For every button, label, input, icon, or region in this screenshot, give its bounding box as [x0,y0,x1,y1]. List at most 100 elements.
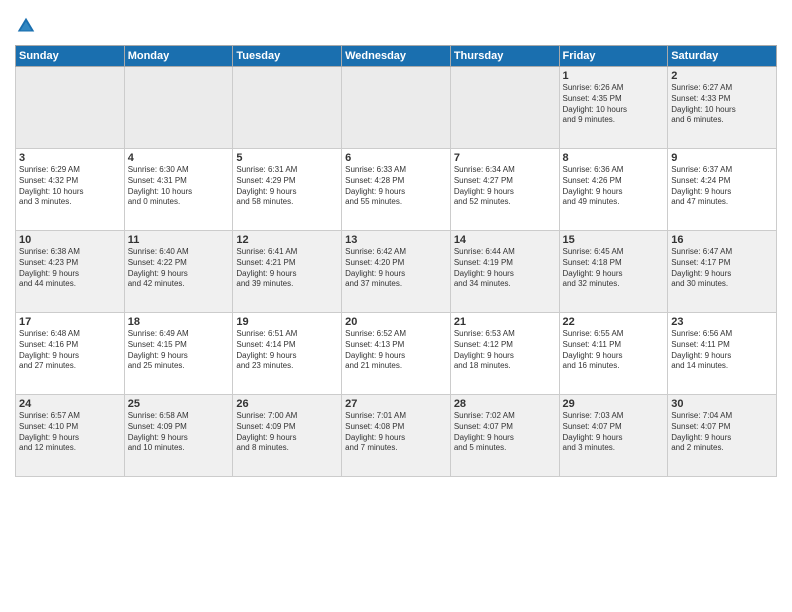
day-info: Sunrise: 6:51 AM Sunset: 4:14 PM Dayligh… [236,329,338,372]
calendar-cell: 15Sunrise: 6:45 AM Sunset: 4:18 PM Dayli… [559,231,668,313]
day-info: Sunrise: 6:45 AM Sunset: 4:18 PM Dayligh… [563,247,665,290]
day-number: 7 [454,152,556,164]
weekday-header-wednesday: Wednesday [342,46,451,67]
day-number: 5 [236,152,338,164]
day-number: 1 [563,70,665,82]
calendar-cell: 10Sunrise: 6:38 AM Sunset: 4:23 PM Dayli… [16,231,125,313]
day-number: 24 [19,398,121,410]
logo [15,15,40,37]
day-number: 10 [19,234,121,246]
header [15,10,777,37]
weekday-header-saturday: Saturday [668,46,777,67]
calendar-table: SundayMondayTuesdayWednesdayThursdayFrid… [15,45,777,477]
day-number: 17 [19,316,121,328]
calendar-week-row: 10Sunrise: 6:38 AM Sunset: 4:23 PM Dayli… [16,231,777,313]
day-number: 6 [345,152,447,164]
day-number: 22 [563,316,665,328]
calendar-cell: 30Sunrise: 7:04 AM Sunset: 4:07 PM Dayli… [668,395,777,477]
calendar-cell: 23Sunrise: 6:56 AM Sunset: 4:11 PM Dayli… [668,313,777,395]
day-info: Sunrise: 7:03 AM Sunset: 4:07 PM Dayligh… [563,411,665,454]
day-info: Sunrise: 6:52 AM Sunset: 4:13 PM Dayligh… [345,329,447,372]
day-info: Sunrise: 6:38 AM Sunset: 4:23 PM Dayligh… [19,247,121,290]
day-info: Sunrise: 6:34 AM Sunset: 4:27 PM Dayligh… [454,165,556,208]
day-info: Sunrise: 7:02 AM Sunset: 4:07 PM Dayligh… [454,411,556,454]
day-info: Sunrise: 6:29 AM Sunset: 4:32 PM Dayligh… [19,165,121,208]
calendar-cell: 28Sunrise: 7:02 AM Sunset: 4:07 PM Dayli… [450,395,559,477]
weekday-header-monday: Monday [124,46,233,67]
day-info: Sunrise: 6:42 AM Sunset: 4:20 PM Dayligh… [345,247,447,290]
calendar-cell: 17Sunrise: 6:48 AM Sunset: 4:16 PM Dayli… [16,313,125,395]
day-number: 18 [128,316,230,328]
day-number: 28 [454,398,556,410]
calendar-cell: 29Sunrise: 7:03 AM Sunset: 4:07 PM Dayli… [559,395,668,477]
day-number: 23 [671,316,773,328]
day-info: Sunrise: 7:01 AM Sunset: 4:08 PM Dayligh… [345,411,447,454]
day-info: Sunrise: 6:48 AM Sunset: 4:16 PM Dayligh… [19,329,121,372]
day-number: 16 [671,234,773,246]
calendar-cell: 1Sunrise: 6:26 AM Sunset: 4:35 PM Daylig… [559,67,668,149]
weekday-header-tuesday: Tuesday [233,46,342,67]
calendar-cell [16,67,125,149]
weekday-header-row: SundayMondayTuesdayWednesdayThursdayFrid… [16,46,777,67]
day-number: 21 [454,316,556,328]
day-info: Sunrise: 6:27 AM Sunset: 4:33 PM Dayligh… [671,83,773,126]
day-info: Sunrise: 7:04 AM Sunset: 4:07 PM Dayligh… [671,411,773,454]
calendar-cell: 14Sunrise: 6:44 AM Sunset: 4:19 PM Dayli… [450,231,559,313]
day-info: Sunrise: 6:57 AM Sunset: 4:10 PM Dayligh… [19,411,121,454]
day-info: Sunrise: 7:00 AM Sunset: 4:09 PM Dayligh… [236,411,338,454]
day-number: 26 [236,398,338,410]
day-number: 9 [671,152,773,164]
day-number: 11 [128,234,230,246]
day-info: Sunrise: 6:37 AM Sunset: 4:24 PM Dayligh… [671,165,773,208]
calendar-cell: 24Sunrise: 6:57 AM Sunset: 4:10 PM Dayli… [16,395,125,477]
day-number: 4 [128,152,230,164]
calendar-cell: 12Sunrise: 6:41 AM Sunset: 4:21 PM Dayli… [233,231,342,313]
logo-icon [15,15,37,37]
calendar-cell: 3Sunrise: 6:29 AM Sunset: 4:32 PM Daylig… [16,149,125,231]
calendar-cell: 16Sunrise: 6:47 AM Sunset: 4:17 PM Dayli… [668,231,777,313]
day-number: 27 [345,398,447,410]
calendar-cell [450,67,559,149]
calendar-cell: 27Sunrise: 7:01 AM Sunset: 4:08 PM Dayli… [342,395,451,477]
day-info: Sunrise: 6:30 AM Sunset: 4:31 PM Dayligh… [128,165,230,208]
day-number: 25 [128,398,230,410]
calendar-cell: 11Sunrise: 6:40 AM Sunset: 4:22 PM Dayli… [124,231,233,313]
calendar-week-row: 24Sunrise: 6:57 AM Sunset: 4:10 PM Dayli… [16,395,777,477]
day-info: Sunrise: 6:26 AM Sunset: 4:35 PM Dayligh… [563,83,665,126]
calendar-week-row: 3Sunrise: 6:29 AM Sunset: 4:32 PM Daylig… [16,149,777,231]
day-info: Sunrise: 6:36 AM Sunset: 4:26 PM Dayligh… [563,165,665,208]
calendar-cell: 9Sunrise: 6:37 AM Sunset: 4:24 PM Daylig… [668,149,777,231]
calendar-cell: 6Sunrise: 6:33 AM Sunset: 4:28 PM Daylig… [342,149,451,231]
calendar-cell: 25Sunrise: 6:58 AM Sunset: 4:09 PM Dayli… [124,395,233,477]
calendar-week-row: 17Sunrise: 6:48 AM Sunset: 4:16 PM Dayli… [16,313,777,395]
calendar-cell: 22Sunrise: 6:55 AM Sunset: 4:11 PM Dayli… [559,313,668,395]
weekday-header-thursday: Thursday [450,46,559,67]
day-number: 15 [563,234,665,246]
calendar-cell: 2Sunrise: 6:27 AM Sunset: 4:33 PM Daylig… [668,67,777,149]
day-info: Sunrise: 6:58 AM Sunset: 4:09 PM Dayligh… [128,411,230,454]
calendar-cell: 20Sunrise: 6:52 AM Sunset: 4:13 PM Dayli… [342,313,451,395]
calendar-cell [124,67,233,149]
day-number: 14 [454,234,556,246]
day-number: 29 [563,398,665,410]
day-info: Sunrise: 6:31 AM Sunset: 4:29 PM Dayligh… [236,165,338,208]
calendar-cell: 4Sunrise: 6:30 AM Sunset: 4:31 PM Daylig… [124,149,233,231]
day-info: Sunrise: 6:55 AM Sunset: 4:11 PM Dayligh… [563,329,665,372]
day-number: 30 [671,398,773,410]
day-info: Sunrise: 6:53 AM Sunset: 4:12 PM Dayligh… [454,329,556,372]
weekday-header-sunday: Sunday [16,46,125,67]
day-info: Sunrise: 6:56 AM Sunset: 4:11 PM Dayligh… [671,329,773,372]
calendar-cell: 21Sunrise: 6:53 AM Sunset: 4:12 PM Dayli… [450,313,559,395]
day-info: Sunrise: 6:44 AM Sunset: 4:19 PM Dayligh… [454,247,556,290]
day-number: 3 [19,152,121,164]
page: SundayMondayTuesdayWednesdayThursdayFrid… [0,0,792,612]
calendar-cell: 26Sunrise: 7:00 AM Sunset: 4:09 PM Dayli… [233,395,342,477]
calendar-cell: 5Sunrise: 6:31 AM Sunset: 4:29 PM Daylig… [233,149,342,231]
day-info: Sunrise: 6:49 AM Sunset: 4:15 PM Dayligh… [128,329,230,372]
calendar-cell [233,67,342,149]
day-info: Sunrise: 6:40 AM Sunset: 4:22 PM Dayligh… [128,247,230,290]
calendar-cell [342,67,451,149]
calendar-cell: 7Sunrise: 6:34 AM Sunset: 4:27 PM Daylig… [450,149,559,231]
calendar-cell: 8Sunrise: 6:36 AM Sunset: 4:26 PM Daylig… [559,149,668,231]
calendar-cell: 19Sunrise: 6:51 AM Sunset: 4:14 PM Dayli… [233,313,342,395]
